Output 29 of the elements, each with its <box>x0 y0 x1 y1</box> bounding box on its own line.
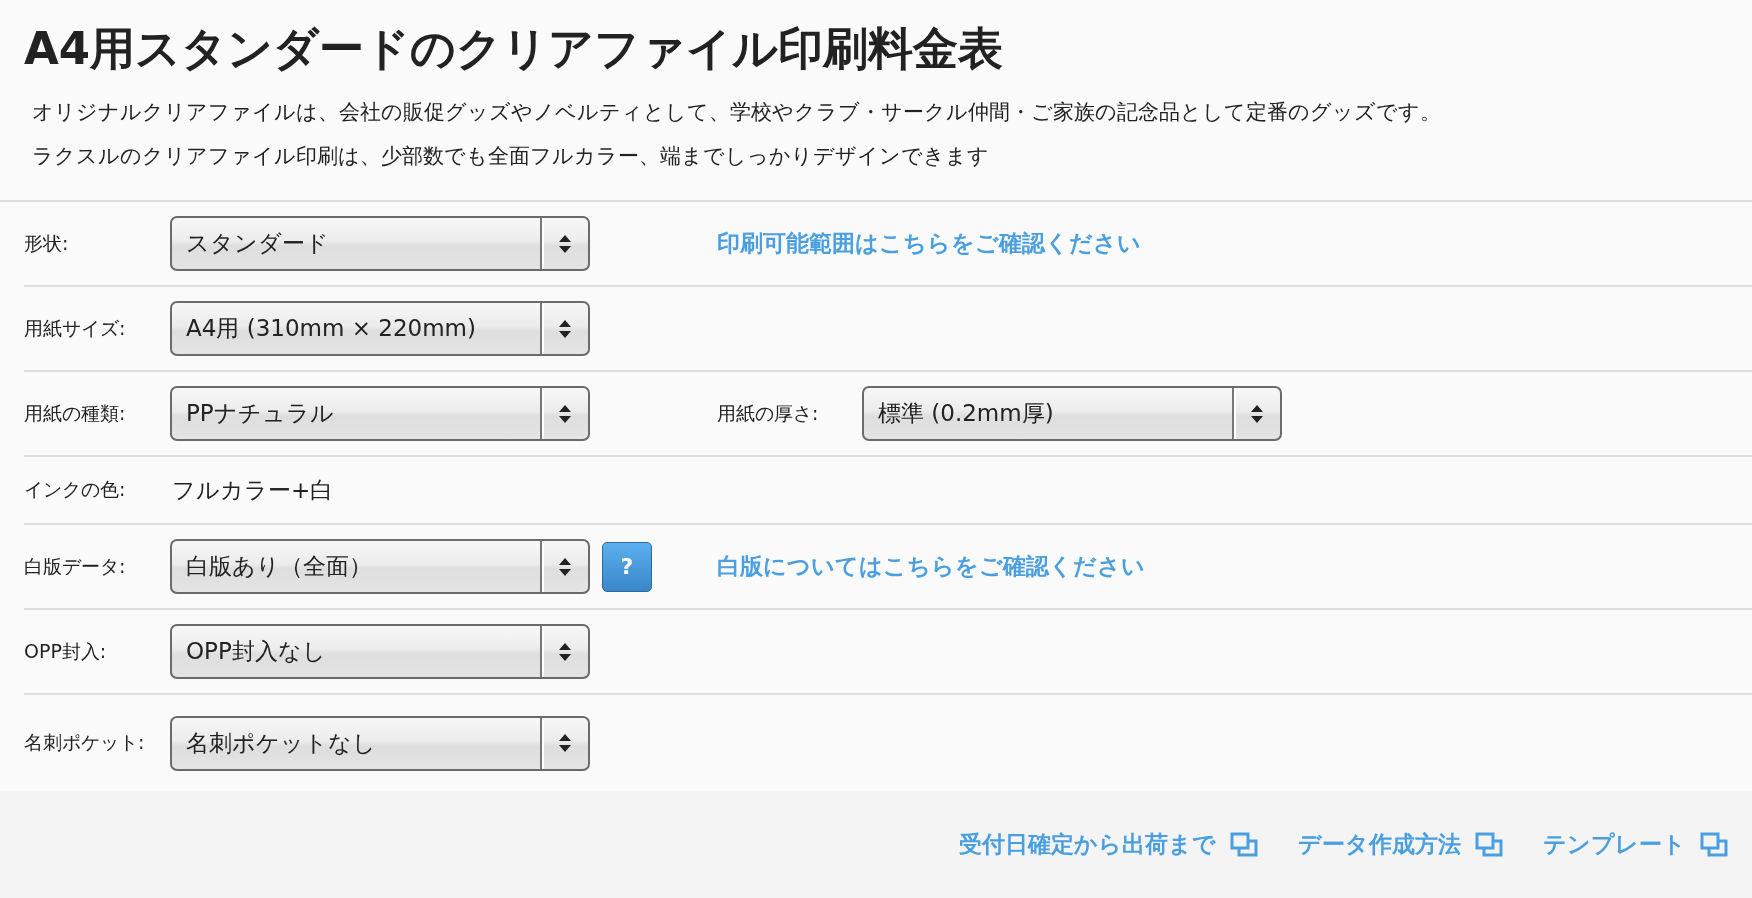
select-dropdown[interactable]: A4用 (310mm × 220mm) <box>170 301 590 356</box>
field-label: 形状: <box>24 230 70 256</box>
description-text: オリジナルクリアファイルは、会社の販促グッズやノベルティとして、学校やクラブ・サークル仲間・ご家族の記念品として定番のグッズです。 <box>32 99 1442 126</box>
page-title: A4用スタンダードのクリアファイル印刷料金表 <box>24 22 1005 76</box>
up-down-arrow-icon <box>558 233 572 254</box>
select-dropdown[interactable]: 標準 (0.2mm厚) <box>862 386 1282 441</box>
field-label: インクの色: <box>24 477 127 502</box>
description-text: ラクスルのクリアファイル印刷は、少部数でも全面フルカラー、端までしっかりデザインできます <box>32 143 990 170</box>
field-label: 用紙サイズ: <box>24 315 127 341</box>
field-label: 用紙の厚さ: <box>717 400 820 426</box>
field-label: 用紙の種類: <box>24 400 127 426</box>
field-label: 白版データ: <box>24 553 127 579</box>
up-down-arrow-icon <box>558 556 572 577</box>
up-down-arrow-icon <box>558 641 572 662</box>
select-dropdown[interactable]: OPP封入なし <box>170 624 590 679</box>
field-value: フルカラー+白 <box>171 476 334 503</box>
new-window-icon <box>1700 831 1728 858</box>
select-dropdown[interactable]: 名刺ポケットなし <box>170 715 590 771</box>
select-dropdown[interactable]: 白版あり（全面） <box>170 539 590 594</box>
field-label: OPP封入: <box>24 638 108 664</box>
select-dropdown[interactable]: スタンダード <box>170 216 590 271</box>
up-down-arrow-icon <box>558 403 572 424</box>
select-dropdown[interactable]: PPナチュラル <box>170 386 590 441</box>
up-down-arrow-icon <box>558 318 572 339</box>
up-down-arrow-icon <box>1250 403 1264 424</box>
field-label: 名刺ポケット: <box>24 730 146 755</box>
new-window-icon <box>1475 831 1503 858</box>
new-window-icon <box>1230 831 1258 858</box>
up-down-arrow-icon <box>558 733 572 753</box>
